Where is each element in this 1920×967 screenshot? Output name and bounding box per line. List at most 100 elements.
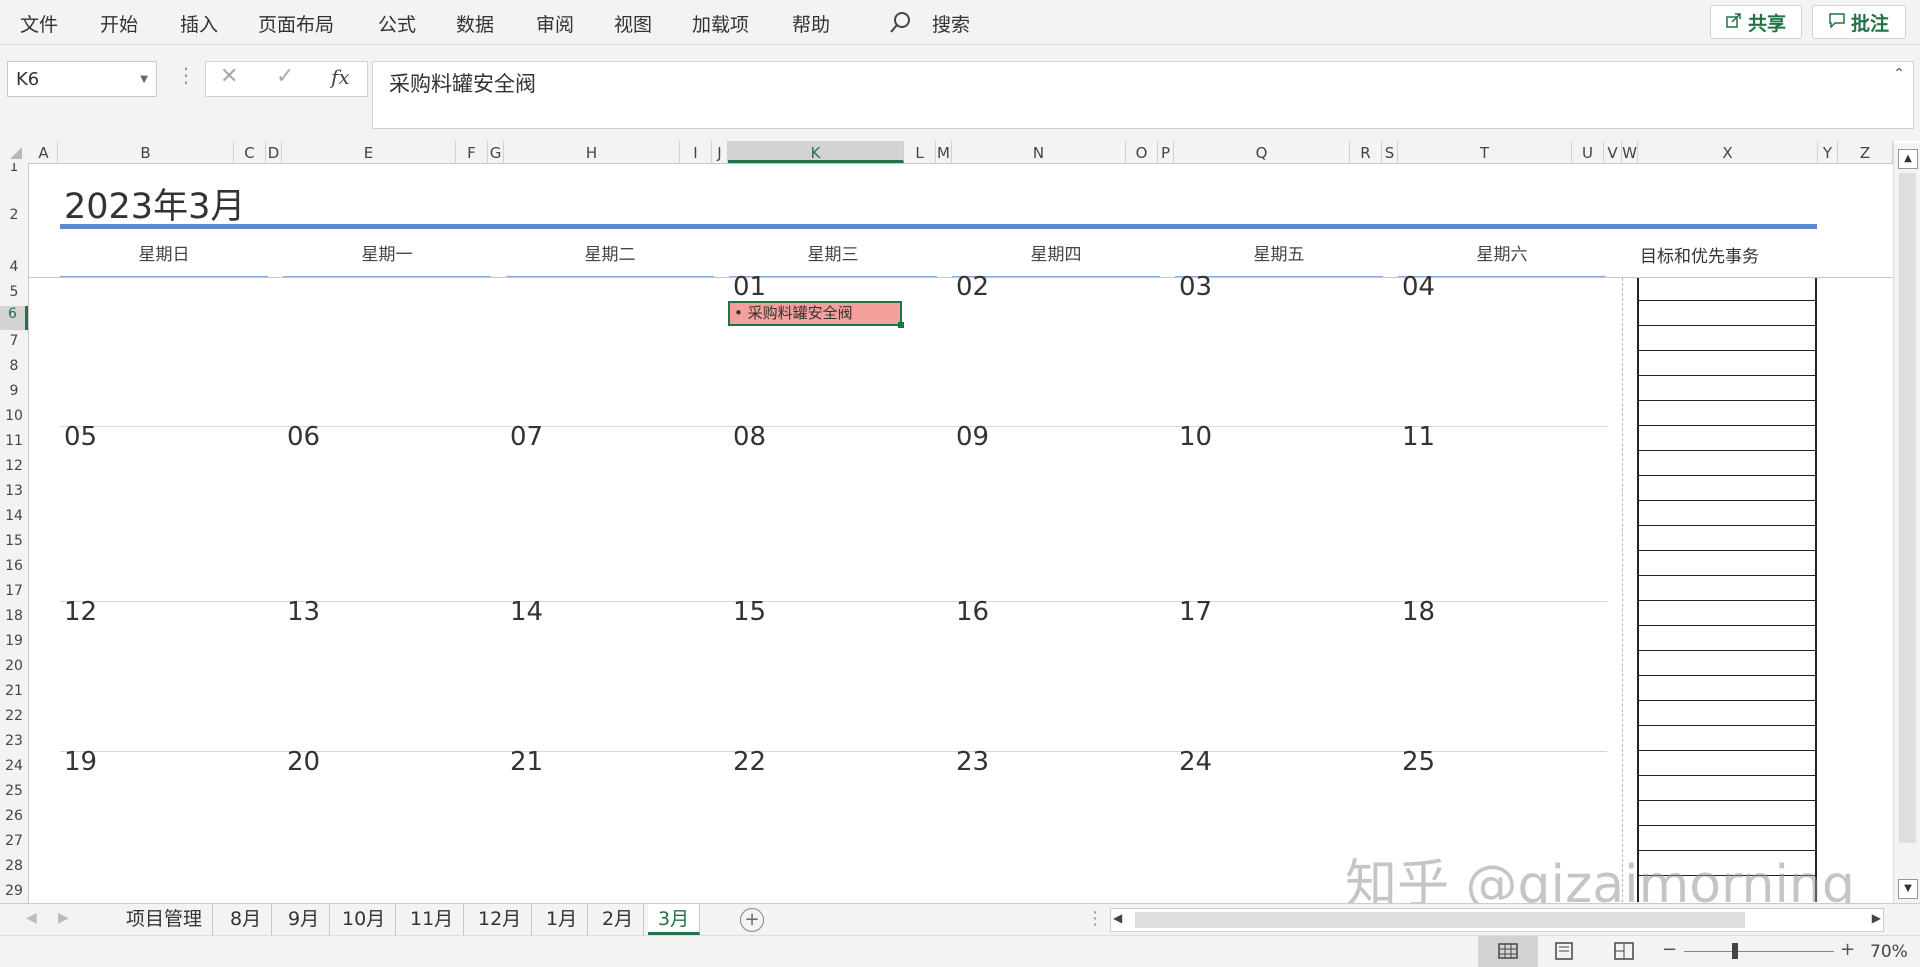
next-sheet-icon[interactable]: ▶ [58, 910, 69, 926]
row-9[interactable]: 9 [0, 383, 28, 399]
prev-sheet-icon[interactable]: ◀ [26, 910, 37, 926]
name-box[interactable]: K6 ▼ [7, 61, 157, 97]
row-1[interactable]: 1 [0, 163, 28, 175]
row-20[interactable]: 20 [0, 658, 28, 674]
zoom-level[interactable]: 70% [1870, 942, 1908, 962]
row-24[interactable]: 24 [0, 758, 28, 774]
col-m[interactable]: M [936, 141, 952, 163]
cancel-icon[interactable]: ✕ [220, 64, 238, 89]
zoom-slider-thumb[interactable] [1732, 943, 1738, 959]
page-layout-icon[interactable] [1554, 942, 1574, 964]
scroll-up-icon[interactable]: ▲ [1898, 149, 1918, 169]
col-i[interactable]: I [680, 141, 712, 163]
collapse-formula-icon[interactable]: ⌃ [1893, 66, 1905, 82]
row-15[interactable]: 15 [0, 533, 28, 549]
col-n[interactable]: N [952, 141, 1126, 163]
row-25[interactable]: 25 [0, 783, 28, 799]
col-l[interactable]: L [904, 141, 936, 163]
col-d[interactable]: D [266, 141, 282, 163]
vertical-scrollbar[interactable]: ▲ ▼ [1893, 143, 1920, 903]
col-x[interactable]: X [1638, 141, 1818, 163]
row-5[interactable]: 5 [0, 284, 28, 300]
row-26[interactable]: 26 [0, 808, 28, 824]
tab-view[interactable]: 视图 [614, 10, 652, 37]
tab-formulas[interactable]: 公式 [378, 10, 416, 37]
zoom-out-icon[interactable]: − [1662, 939, 1677, 960]
col-h[interactable]: H [504, 141, 680, 163]
row-22[interactable]: 22 [0, 708, 28, 724]
chevron-down-icon[interactable]: ▼ [140, 62, 148, 98]
formula-input[interactable]: 采购料罐安全阀 ⌃ [372, 61, 1914, 129]
row-4[interactable]: 4 [0, 259, 28, 275]
fill-handle[interactable] [898, 322, 904, 328]
sheet-tab-oct[interactable]: 10月 [332, 904, 397, 935]
col-q[interactable]: Q [1174, 141, 1350, 163]
row-23[interactable]: 23 [0, 733, 28, 749]
tab-data[interactable]: 数据 [456, 10, 494, 37]
col-j[interactable]: J [712, 141, 728, 163]
tab-file[interactable]: 文件 [20, 10, 58, 37]
row-13[interactable]: 13 [0, 483, 28, 499]
row-28[interactable]: 28 [0, 858, 28, 874]
col-z[interactable]: Z [1838, 141, 1893, 163]
search-label[interactable]: 搜索 [932, 10, 970, 37]
page-break-preview-icon[interactable] [1614, 942, 1634, 964]
confirm-icon[interactable]: ✓ [276, 64, 294, 89]
col-g[interactable]: G [488, 141, 504, 163]
tab-home[interactable]: 开始 [100, 10, 138, 37]
col-v[interactable]: V [1604, 141, 1622, 163]
col-a[interactable]: A [30, 141, 58, 163]
col-c[interactable]: C [234, 141, 266, 163]
row-7[interactable]: 7 [0, 333, 28, 349]
sheet-tab-mar[interactable]: 3月 [648, 904, 701, 935]
sheet-tab-aug[interactable]: 8月 [220, 904, 273, 935]
goals-box[interactable] [1637, 278, 1817, 902]
col-u[interactable]: U [1572, 141, 1604, 163]
more-options-icon[interactable]: ⋮ [176, 63, 196, 87]
col-e[interactable]: E [282, 141, 456, 163]
sheet-tab-nov[interactable]: 11月 [400, 904, 465, 935]
scroll-down-icon[interactable]: ▼ [1898, 879, 1918, 899]
tab-insert[interactable]: 插入 [180, 10, 218, 37]
col-p[interactable]: P [1158, 141, 1174, 163]
h-scroll-thumb[interactable] [1135, 912, 1745, 928]
row-21[interactable]: 21 [0, 683, 28, 699]
col-f[interactable]: F [456, 141, 488, 163]
row-27[interactable]: 27 [0, 833, 28, 849]
horizontal-scrollbar[interactable]: ◀ ▶ [1110, 908, 1884, 932]
zoom-slider[interactable] [1684, 951, 1834, 952]
col-t[interactable]: T [1398, 141, 1572, 163]
sheet-tab-sep[interactable]: 9月 [278, 904, 331, 935]
sheet-tab-jan[interactable]: 1月 [536, 904, 589, 935]
row-12[interactable]: 12 [0, 458, 28, 474]
row-16[interactable]: 16 [0, 558, 28, 574]
comment-button[interactable]: 批注 [1812, 5, 1906, 39]
row-10[interactable]: 10 [0, 408, 28, 424]
col-w[interactable]: W [1622, 141, 1638, 163]
scroll-left-icon[interactable]: ◀ [1113, 911, 1122, 925]
row-6[interactable]: 6 [0, 306, 28, 330]
sheet-tab-project[interactable]: 项目管理 [116, 904, 214, 935]
row-2[interactable]: 2 [0, 207, 28, 223]
row-14[interactable]: 14 [0, 508, 28, 524]
normal-view-button[interactable] [1478, 936, 1538, 967]
tab-page-layout[interactable]: 页面布局 [258, 10, 334, 37]
col-k[interactable]: K [728, 141, 904, 163]
sheet-tab-feb[interactable]: 2月 [592, 904, 645, 935]
insert-function-icon[interactable]: fx [331, 65, 350, 89]
zoom-in-icon[interactable]: + [1840, 939, 1855, 960]
col-s[interactable]: S [1382, 141, 1398, 163]
row-29[interactable]: 29 [0, 883, 28, 899]
share-button[interactable]: 共享 [1710, 5, 1802, 39]
tab-splitter-icon[interactable]: ⋮ [1086, 908, 1104, 929]
row-19[interactable]: 19 [0, 633, 28, 649]
tab-help[interactable]: 帮助 [792, 10, 830, 37]
add-sheet-icon[interactable]: + [740, 908, 764, 932]
scroll-thumb[interactable] [1899, 173, 1916, 843]
col-y[interactable]: Y [1818, 141, 1838, 163]
col-o[interactable]: O [1126, 141, 1158, 163]
row-18[interactable]: 18 [0, 608, 28, 624]
row-17[interactable]: 17 [0, 583, 28, 599]
tab-addins[interactable]: 加载项 [692, 10, 749, 37]
col-r[interactable]: R [1350, 141, 1382, 163]
